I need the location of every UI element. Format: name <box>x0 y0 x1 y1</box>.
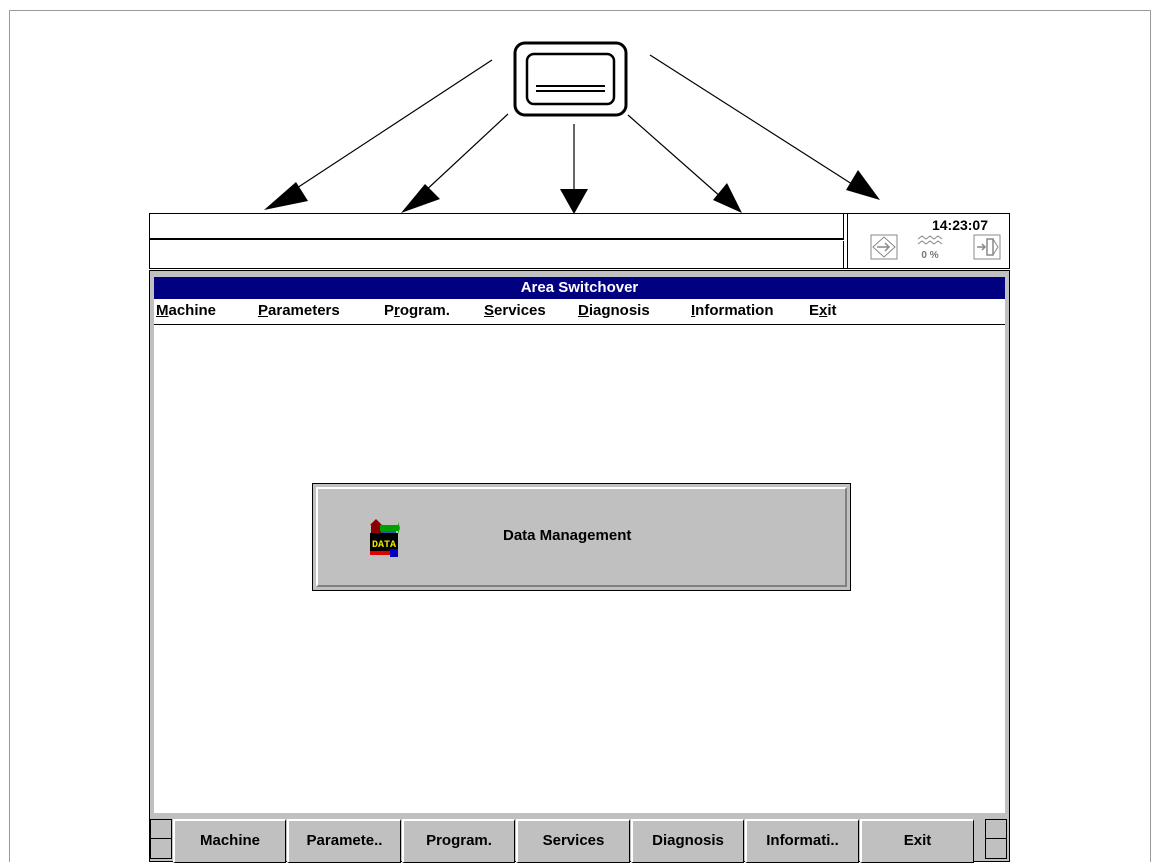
status-line-1 <box>150 214 844 240</box>
softkey-bar: Machine Paramete.. Program. Services Dia… <box>150 815 1007 863</box>
menu-bar: Machine Parameters Program. Services Dia… <box>154 299 1005 325</box>
percent-gauge-icon: 0 % <box>916 234 944 261</box>
arrow-5 <box>649 54 867 194</box>
arrowhead-2 <box>401 184 440 213</box>
arrow-4 <box>627 114 731 206</box>
menu-diagnosis[interactable]: Diagnosis <box>578 302 650 319</box>
menu-program[interactable]: Program. <box>384 302 450 319</box>
key-icon <box>870 234 898 260</box>
window-title: Area Switchover <box>154 277 1005 299</box>
arrowhead-1 <box>264 182 308 210</box>
softkey-services[interactable]: Services <box>516 819 630 863</box>
softkey-exit[interactable]: Exit <box>860 819 974 863</box>
softkey-program[interactable]: Program. <box>402 819 515 863</box>
menu-exit[interactable]: Exit <box>809 302 837 319</box>
menu-parameters[interactable]: Parameters <box>258 302 340 319</box>
arrowhead-3 <box>560 189 588 214</box>
status-panel: 14:23:07 0 % <box>149 213 1010 269</box>
percent-value: 0 % <box>921 250 939 261</box>
clock-display: 14:23:07 <box>931 217 988 233</box>
status-indicator-area: 14:23:07 0 % <box>847 214 1010 268</box>
menu-information[interactable]: Information <box>691 302 774 319</box>
softkey-parameters[interactable]: Paramete.. <box>287 819 401 863</box>
menu-services[interactable]: Services <box>484 302 546 319</box>
menu-machine[interactable]: Machine <box>156 302 216 319</box>
status-line-2 <box>150 241 844 268</box>
softkey-bar-right-cap <box>985 819 1007 859</box>
softkey-diagnosis[interactable]: Diagnosis <box>631 819 744 863</box>
arrowhead-4 <box>713 183 742 213</box>
data-management-label: Data Management <box>503 527 632 544</box>
softkey-symbol-icon <box>513 41 628 117</box>
data-management-button[interactable]: DATA Data Management <box>312 483 851 591</box>
arrow-1 <box>270 59 493 206</box>
softkey-machine[interactable]: Machine <box>173 819 286 863</box>
exit-door-icon <box>973 234 1001 260</box>
data-management-icon: DATA <box>370 519 400 557</box>
workspace: DATA Data Management <box>154 325 1005 813</box>
arrowhead-5 <box>846 170 880 200</box>
softkey-information[interactable]: Informati.. <box>745 819 859 863</box>
main-window: Area Switchover Machine Parameters Progr… <box>149 270 1010 863</box>
softkey-bar-left-cap <box>150 819 172 859</box>
